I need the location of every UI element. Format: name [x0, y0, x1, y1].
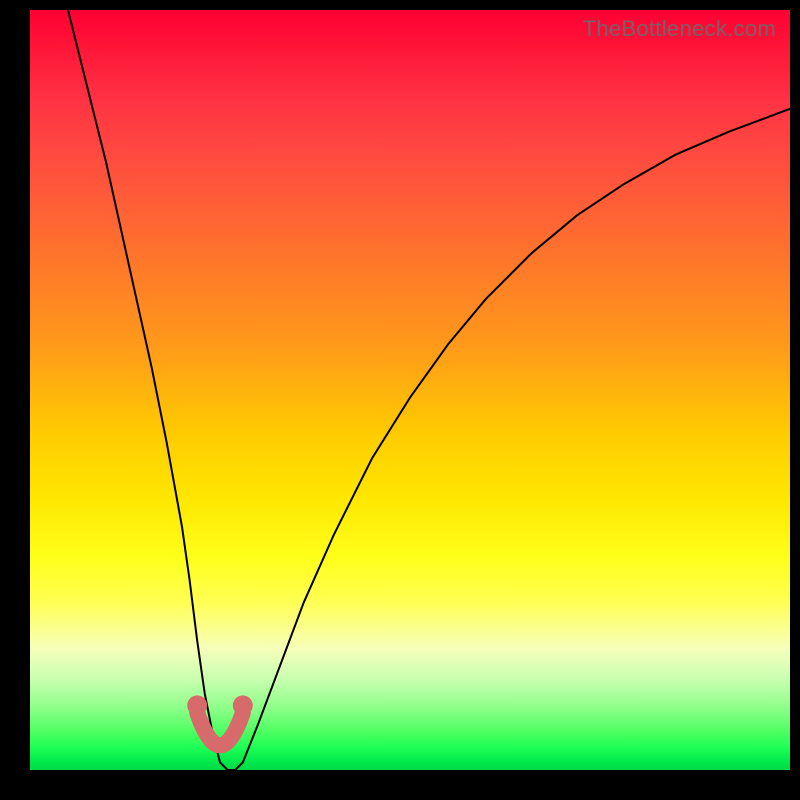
minimum-markers [187, 695, 253, 745]
plot-area: TheBottleneck.com [30, 10, 790, 770]
chart-frame: TheBottleneck.com [0, 0, 800, 800]
bottleneck-curve [68, 10, 790, 770]
watermark-text: TheBottleneck.com [583, 16, 776, 42]
curve-layer [30, 10, 790, 770]
